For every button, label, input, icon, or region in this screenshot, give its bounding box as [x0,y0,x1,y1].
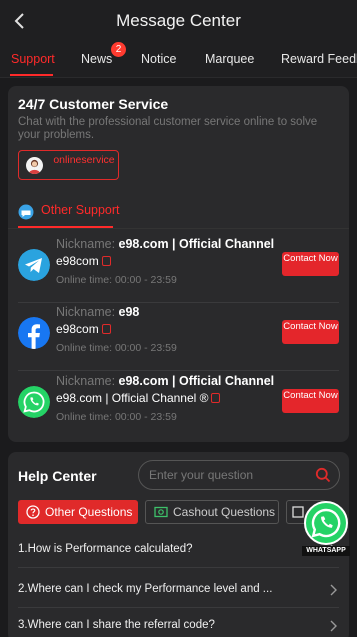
chip-label: Cashout Questions [173,505,276,519]
header-bar: Message Center [0,0,357,42]
facebook-icon[interactable] [18,317,50,349]
online-service-label: onlineservice [53,154,115,166]
whatsapp-icon [304,501,348,545]
online-time-text: Online time: 00:00 - 23:59 [56,274,177,286]
account-text: e98com [56,254,111,268]
chat-bubble-icon [18,204,34,220]
chevron-right-icon [330,584,337,596]
help-center-title: Help Center [18,468,97,484]
tab-bar: Support News 2 Notice Marquee Reward Fee… [0,42,357,78]
account-text: e98.com | Official Channel ® [56,391,221,405]
online-time-text: Online time: 00:00 - 23:59 [56,342,177,354]
other-support-title: Other Support [41,203,120,217]
chip-other-questions[interactable]: Other Questions [18,500,138,524]
faq-question: 2.Where can I check my Performance level… [18,583,273,595]
online-time-text: Online time: 00:00 - 23:59 [56,411,177,423]
cash-icon [154,506,168,518]
copy-icon[interactable] [101,256,111,266]
contact-now-button[interactable]: Contact Now [282,389,339,413]
agent-avatar-icon [26,157,43,174]
tab-notice[interactable]: Notice [141,52,176,66]
tab-support[interactable]: Support [11,52,55,66]
active-tab-indicator [10,74,53,76]
faq-question: 1.How is Performance calculated? [18,543,193,555]
nickname-text: Nickname: e98.com | Official Channel [56,237,275,251]
nickname-text: Nickname: e98.com | Official Channel [56,374,275,388]
faq-question: 3.Where can I share the referral code? [18,619,215,631]
customer-service-title: 24/7 Customer Service [18,96,169,112]
copy-icon[interactable] [211,393,221,403]
news-badge: 2 [111,42,126,57]
telegram-icon[interactable] [18,249,50,281]
whatsapp-icon[interactable] [18,386,50,418]
contact-now-button[interactable]: Contact Now [282,252,339,276]
chip-label: Other Questions [45,505,133,519]
divider [8,228,349,229]
faq-item[interactable]: 3.Where can I share the referral code? [18,612,339,637]
search-box [138,460,340,490]
nickname-text: Nickname: e98 [56,305,140,319]
question-icon [26,505,40,519]
copy-icon[interactable] [101,324,111,334]
account-text: e98com [56,322,111,336]
search-icon[interactable] [315,467,331,483]
tab-news[interactable]: News [81,52,112,66]
whatsapp-label: WHATSAPP [302,546,350,556]
online-service-button[interactable]: onlineservice [18,150,119,180]
support-item-whatsapp: Nickname: e98.com | Official Channel e98… [18,371,339,439]
support-item-telegram: Nickname: e98.com | Official Channel e98… [18,234,339,302]
faq-item[interactable]: 1.How is Performance calculated? [18,536,339,568]
support-item-facebook: Nickname: e98 e98com Online time: 00:00 … [18,302,339,370]
help-center-card: Help Center Other Questions Cashout Ques… [8,452,349,637]
customer-service-description: Chat with the professional customer serv… [18,116,318,141]
search-input[interactable] [149,467,299,483]
tab-reward-feedback[interactable]: Reward Feedback [281,52,357,66]
faq-item[interactable]: 2.Where can I check my Performance level… [18,576,339,608]
chevron-right-icon [330,620,337,632]
support-card: 24/7 Customer Service Chat with the prof… [8,86,349,442]
whatsapp-floating-button[interactable]: WHATSAPP [302,500,350,558]
contact-now-button[interactable]: Contact Now [282,320,339,344]
page-title: Message Center [116,11,241,30]
chip-cashout-questions[interactable]: Cashout Questions [145,500,279,524]
tab-marquee[interactable]: Marquee [205,52,254,66]
